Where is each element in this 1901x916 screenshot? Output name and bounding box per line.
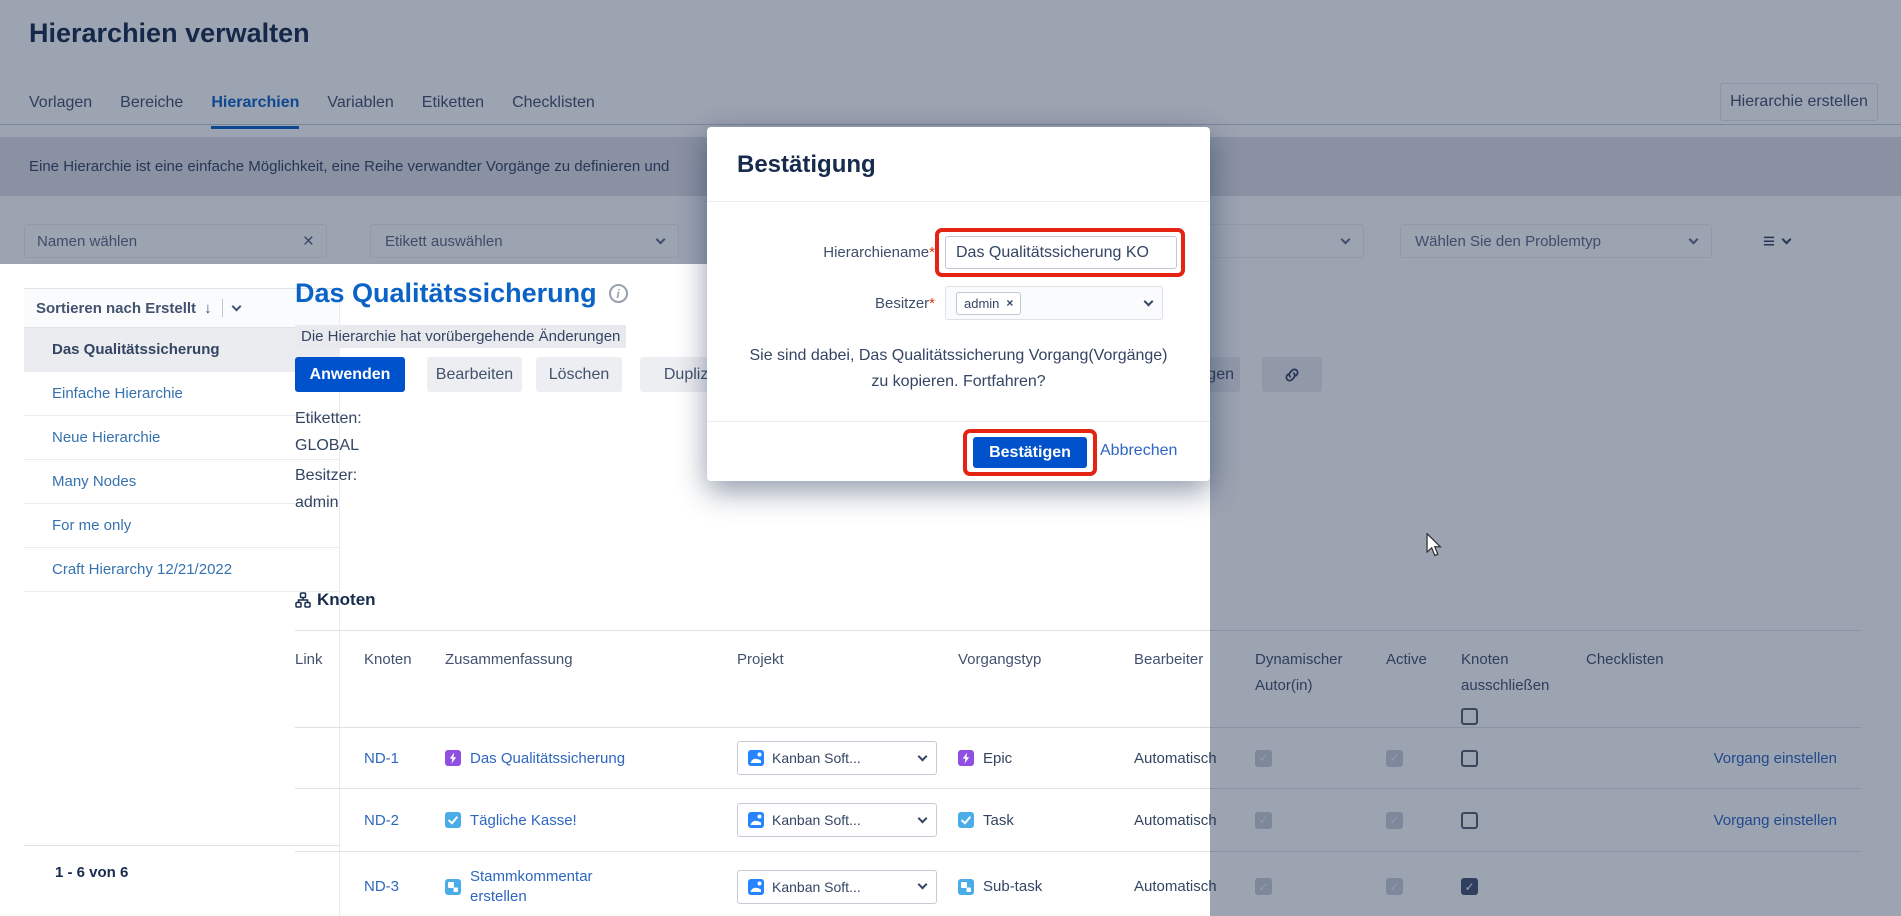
required-asterisk: * bbox=[929, 295, 935, 312]
labels-heading: Etiketten: bbox=[295, 410, 362, 428]
hierarchy-title-row: Das Qualitätssicherung i bbox=[295, 278, 628, 309]
chevron-down-icon bbox=[918, 751, 928, 761]
modal-backdrop-right bbox=[1210, 264, 1901, 916]
hierarchy-name-input[interactable] bbox=[945, 236, 1177, 269]
confirm-button[interactable]: Bestätigen bbox=[973, 437, 1087, 468]
project-select[interactable]: Kanban Soft... bbox=[737, 741, 937, 775]
chip-remove-icon[interactable]: × bbox=[1006, 296, 1013, 310]
owner-chip-label: admin bbox=[964, 296, 999, 311]
summary-link[interactable]: Das Qualitätssicherung bbox=[470, 750, 625, 767]
confirm-message-line1: Sie sind dabei, Das Qualitätssicherung V… bbox=[707, 343, 1210, 368]
owner-select[interactable]: admin × bbox=[945, 286, 1163, 320]
hierarchy-icon bbox=[295, 592, 311, 608]
delete-button[interactable]: Löschen bbox=[536, 357, 622, 392]
epic-icon bbox=[445, 750, 461, 766]
nodes-heading-label: Knoten bbox=[317, 590, 376, 610]
project-avatar-icon bbox=[748, 879, 764, 895]
sidebar-item-das-qualitaetssicherung[interactable]: Das Qualitätssicherung bbox=[24, 328, 339, 372]
chevron-down-icon bbox=[918, 880, 928, 890]
project-avatar-icon bbox=[748, 812, 764, 828]
sidebar-item-craft-hierarchy[interactable]: Craft Hierarchy 12/21/2022 bbox=[24, 548, 339, 592]
node-key-link[interactable]: ND-3 bbox=[364, 878, 399, 895]
confirmation-dialog: Bestätigung Hierarchiename* Besitzer* ad… bbox=[707, 127, 1210, 481]
chevron-down-icon[interactable] bbox=[231, 301, 241, 311]
node-key-link[interactable]: ND-1 bbox=[364, 750, 399, 767]
col-link: Link bbox=[295, 647, 364, 673]
hierarchy-sidebar: Sortieren nach Erstellt ↓ Das Qualitätss… bbox=[24, 288, 340, 916]
owner-value: admin bbox=[295, 494, 339, 512]
issuetype-label: Sub-task bbox=[983, 878, 1042, 895]
issuetype-label: Epic bbox=[983, 750, 1012, 767]
screen: Hierarchien verwalten Hierarchie erstell… bbox=[0, 0, 1901, 916]
confirm-message-line2: zu kopieren. Fortfahren? bbox=[707, 369, 1210, 394]
info-icon[interactable]: i bbox=[609, 284, 628, 303]
project-select[interactable]: Kanban Soft... bbox=[737, 870, 937, 904]
task-icon bbox=[958, 812, 974, 828]
issuetype-label: Task bbox=[983, 812, 1014, 829]
pagination: 1 - 6 von 6 bbox=[24, 845, 339, 916]
labels-value: GLOBAL bbox=[295, 437, 359, 455]
nodes-section-heading: Knoten bbox=[295, 590, 376, 610]
subtask-icon bbox=[958, 879, 974, 895]
apply-button[interactable]: Anwenden bbox=[295, 357, 405, 392]
summary-link[interactable]: Stammkommentar erstellen bbox=[470, 867, 620, 907]
project-select-value: Kanban Soft... bbox=[772, 750, 861, 766]
chevron-down-icon bbox=[918, 813, 928, 823]
epic-icon bbox=[958, 750, 974, 766]
project-select-value: Kanban Soft... bbox=[772, 879, 861, 895]
sort-arrow-down-icon[interactable]: ↓ bbox=[204, 300, 212, 317]
col-projekt: Projekt bbox=[737, 647, 958, 673]
sort-label: Sortieren nach Erstellt bbox=[36, 300, 196, 317]
project-select-value: Kanban Soft... bbox=[772, 812, 861, 828]
name-field-label: Hierarchiename* bbox=[707, 244, 935, 261]
task-icon bbox=[445, 812, 461, 828]
project-select[interactable]: Kanban Soft... bbox=[737, 803, 937, 837]
summary-link[interactable]: Tägliche Kasse! bbox=[470, 812, 577, 829]
chevron-down-icon bbox=[1144, 296, 1154, 306]
dialog-title: Bestätigung bbox=[707, 127, 1210, 179]
divider bbox=[222, 299, 223, 317]
col-knoten: Knoten bbox=[364, 647, 445, 673]
required-asterisk: * bbox=[929, 244, 935, 261]
node-key-link[interactable]: ND-2 bbox=[364, 812, 399, 829]
sidebar-item-neue-hierarchie[interactable]: Neue Hierarchie bbox=[24, 416, 339, 460]
hierarchy-title: Das Qualitätssicherung bbox=[295, 278, 597, 309]
project-avatar-icon bbox=[748, 750, 764, 766]
mouse-cursor-icon bbox=[1424, 533, 1444, 557]
owner-heading: Besitzer: bbox=[295, 467, 357, 485]
col-vorgangstyp: Vorgangstyp bbox=[958, 647, 1134, 673]
cancel-link[interactable]: Abbrechen bbox=[1100, 442, 1177, 460]
edit-button[interactable]: Bearbeiten bbox=[427, 357, 522, 392]
dialog-footer-divider bbox=[707, 421, 1210, 422]
subtask-icon bbox=[445, 879, 461, 895]
owner-chip: admin × bbox=[956, 292, 1021, 315]
sidebar-item-many-nodes[interactable]: Many Nodes bbox=[24, 460, 339, 504]
col-zusammenfassung: Zusammenfassung bbox=[445, 647, 737, 673]
sort-header[interactable]: Sortieren nach Erstellt ↓ bbox=[24, 288, 339, 328]
owner-field-label: Besitzer* bbox=[707, 295, 935, 312]
sidebar-item-einfache-hierarchie[interactable]: Einfache Hierarchie bbox=[24, 372, 339, 416]
temp-changes-notice: Die Hierarchie hat vorübergehende Änderu… bbox=[295, 325, 626, 348]
dialog-header-divider bbox=[707, 201, 1210, 202]
sidebar-item-for-me-only[interactable]: For me only bbox=[24, 504, 339, 548]
